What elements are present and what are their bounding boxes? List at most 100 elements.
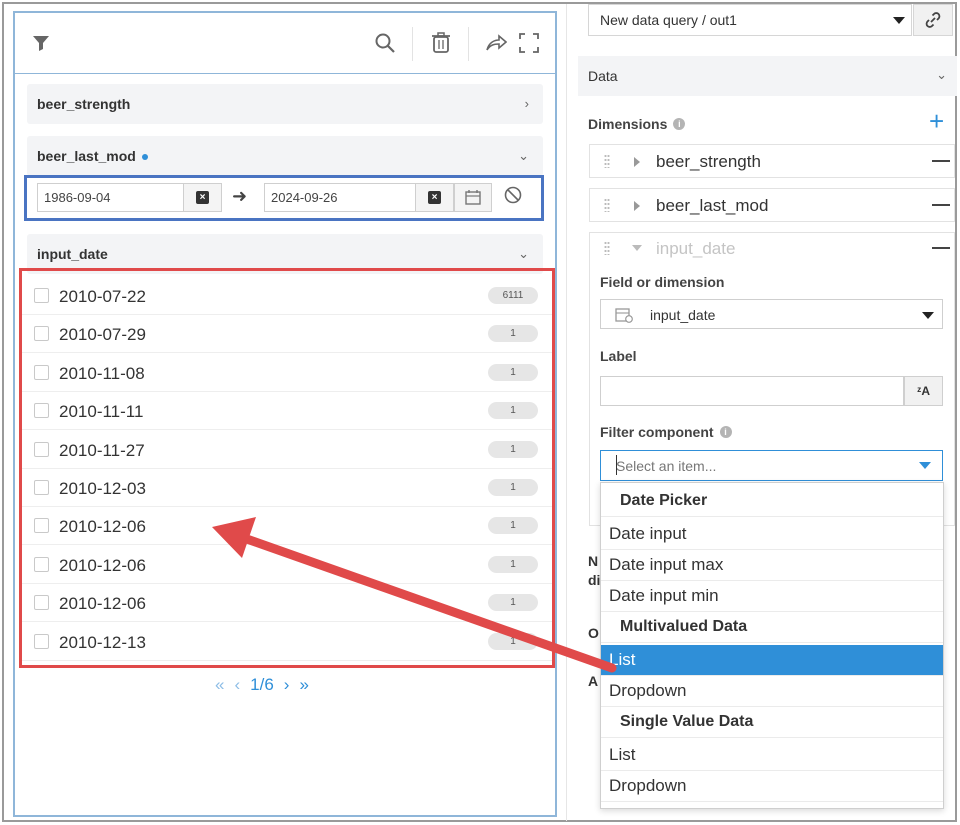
label-input[interactable] <box>600 376 904 406</box>
list-item[interactable]: 2010-11-11 1 <box>22 392 552 431</box>
filter-component-select[interactable]: Select an item... <box>600 450 943 481</box>
query-select[interactable]: New data query / out1 <box>588 4 912 36</box>
section-label: beer_last_mod <box>37 148 136 164</box>
section-label: input_date <box>37 246 108 262</box>
list-item[interactable]: 2010-12-13 1 <box>22 623 552 661</box>
checkbox[interactable] <box>34 326 49 342</box>
list-item[interactable]: 2010-12-03 1 <box>22 469 552 507</box>
count-badge: 1 <box>488 363 538 381</box>
menu-item[interactable]: Date input min <box>601 581 943 612</box>
menu-item[interactable]: Dropdown <box>601 676 943 707</box>
clear-from-button[interactable]: × <box>184 183 222 212</box>
date-from-input[interactable]: 1986-09-04 <box>37 183 184 212</box>
list-item[interactable]: 2010-12-06 1 <box>22 507 552 546</box>
list-item[interactable]: 2010-07-29 1 <box>22 315 552 354</box>
remove-dimension-button[interactable] <box>932 204 950 206</box>
checkbox[interactable] <box>34 441 49 457</box>
checkbox[interactable] <box>34 518 49 534</box>
dimensions-title-text: Dimensions <box>588 116 668 132</box>
checkbox[interactable] <box>34 595 49 611</box>
filter-component-placeholder: Select an item... <box>616 457 717 474</box>
list-item[interactable]: 2010-11-08 1 <box>22 354 552 392</box>
first-page-button[interactable]: « <box>215 675 224 695</box>
checkbox[interactable] <box>34 556 49 572</box>
caret-down-icon <box>893 17 905 24</box>
section-beer-strength[interactable]: beer_strength › <box>27 84 543 124</box>
date-label: 2010-12-06 <box>59 555 146 575</box>
date-label: 2010-07-29 <box>59 325 146 345</box>
remove-dimension-button[interactable] <box>932 160 950 162</box>
list-item[interactable]: 2010-12-06 1 <box>22 584 552 623</box>
reset-filter-icon[interactable] <box>503 185 523 210</box>
search-icon[interactable] <box>371 29 399 57</box>
menu-item[interactable]: Date input <box>601 519 943 550</box>
query-select-value: New data query / out1 <box>600 12 737 28</box>
date-to-input[interactable]: 2024-09-26 <box>264 183 416 212</box>
last-page-button[interactable]: » <box>299 675 308 695</box>
checkbox[interactable] <box>34 633 49 649</box>
filter-panel: beer_strength › beer_last_mod ⌄ 1986-09-… <box>13 11 557 817</box>
caret-down-icon <box>919 462 931 469</box>
drag-handle-icon[interactable] <box>604 198 610 212</box>
section-beer-last-mod[interactable]: beer_last_mod ⌄ <box>27 136 543 176</box>
add-dimension-button[interactable]: + <box>929 108 944 134</box>
date-label: 2010-11-08 <box>59 363 145 383</box>
link-button[interactable] <box>913 4 953 36</box>
checkbox[interactable] <box>34 364 49 380</box>
filter-icon[interactable] <box>27 29 55 57</box>
date-label: 2010-12-06 <box>59 517 146 537</box>
chevron-down-icon: ⌄ <box>518 246 529 261</box>
dimensions-title: Dimensions i <box>588 116 686 132</box>
share-icon[interactable] <box>482 29 510 57</box>
text-cursor <box>616 455 617 475</box>
count-badge: 1 <box>488 517 538 535</box>
date-from-value: 1986-09-04 <box>44 190 111 205</box>
data-section-title: Data <box>588 68 618 84</box>
dimension-item-beer-strength[interactable]: beer_strength <box>589 144 955 178</box>
translate-button[interactable]: ᶻA <box>904 376 943 406</box>
drag-handle-icon[interactable] <box>604 154 610 168</box>
toolbar-divider <box>15 73 555 74</box>
list-item[interactable]: 2010-12-06 1 <box>22 546 552 584</box>
menu-item[interactable]: List <box>601 740 943 771</box>
menu-group-header: Multivalued Data <box>601 612 943 643</box>
menu-item[interactable]: List <box>601 645 943 676</box>
calendar-icon <box>465 190 481 205</box>
expand-icon[interactable] <box>515 29 543 57</box>
date-label: 2010-11-27 <box>59 440 145 460</box>
toolbar-separator <box>412 27 413 61</box>
date-value-list: 2010-07-22 6111 2010-07-29 1 2010-11-08 1 2010… <box>19 268 555 668</box>
clear-to-button[interactable]: × <box>416 183 454 212</box>
checkbox[interactable] <box>34 288 49 303</box>
dimension-item-beer-last-mod[interactable]: beer_last_mod <box>589 188 955 222</box>
data-section-header[interactable]: Data ⌄ <box>578 56 957 96</box>
calendar-button[interactable] <box>454 183 492 212</box>
prev-page-button[interactable]: ‹ <box>234 675 240 695</box>
field-or-dimension-select[interactable]: input_date <box>600 299 943 329</box>
list-item[interactable]: 2010-11-27 1 <box>22 431 552 469</box>
count-badge: 1 <box>488 440 538 458</box>
page-indicator: 1/6 <box>250 675 274 694</box>
remove-dimension-button[interactable] <box>932 247 950 249</box>
dimension-name: input_date <box>656 239 736 258</box>
arrow-right-icon: ➜ <box>232 186 248 206</box>
filter-component-label: Filter component i <box>600 424 732 440</box>
hidden-label-fragment: N <box>588 553 599 569</box>
date-label: 2010-12-13 <box>59 632 146 652</box>
collapse-down-icon[interactable] <box>632 245 642 251</box>
next-page-button[interactable]: › <box>284 675 290 695</box>
date-to-value: 2024-09-26 <box>271 190 338 205</box>
checkbox[interactable] <box>34 480 49 495</box>
menu-item[interactable]: Dropdown <box>601 771 943 802</box>
menu-group-header: Date Picker <box>601 486 943 517</box>
expand-right-icon[interactable] <box>634 201 640 211</box>
checkbox[interactable] <box>34 403 49 419</box>
count-badge: 1 <box>488 479 538 496</box>
label-field-label: Label <box>600 348 637 364</box>
filter-component-label-text: Filter component <box>600 424 714 440</box>
list-item[interactable]: 2010-07-22 6111 <box>22 277 552 315</box>
trash-icon[interactable] <box>427 29 455 57</box>
expand-right-icon[interactable] <box>634 157 640 167</box>
menu-item[interactable]: Date input max <box>601 550 943 581</box>
drag-handle-icon[interactable] <box>604 241 610 255</box>
